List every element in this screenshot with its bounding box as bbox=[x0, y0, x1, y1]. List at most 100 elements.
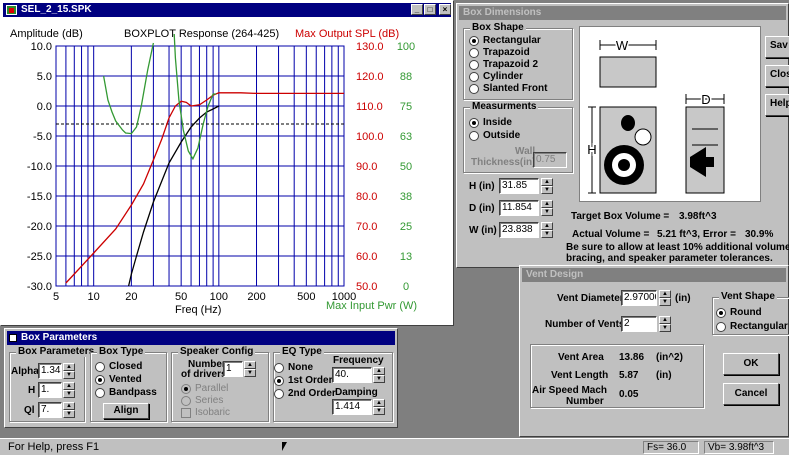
x-tick-label: 200 bbox=[247, 291, 265, 303]
vent-diameter-unit: (in) bbox=[675, 293, 691, 304]
measure-inside-radio[interactable]: Inside bbox=[469, 117, 512, 128]
series-line bbox=[173, 33, 217, 161]
pwr-tick-label: 75 bbox=[400, 101, 412, 113]
close-button[interactable]: × bbox=[439, 4, 451, 15]
cancel-button[interactable]: Cancel bbox=[723, 383, 779, 405]
vent-area-unit: (in^2) bbox=[656, 352, 683, 363]
d-label: D (in) bbox=[469, 203, 495, 214]
h-param-input[interactable]: 1. bbox=[38, 382, 62, 398]
h-label: H (in) bbox=[469, 181, 495, 192]
x-tick-label: 10 bbox=[88, 291, 100, 303]
vent-count-spinner[interactable]: ▲ ▼ bbox=[659, 316, 671, 332]
parallel-radio[interactable]: Parallel bbox=[181, 383, 228, 394]
shape-cylinder-radio[interactable]: Cylinder bbox=[469, 71, 523, 82]
closed-radio[interactable]: Closed bbox=[95, 361, 142, 372]
damping-input[interactable]: 1.414 bbox=[332, 399, 372, 415]
eq-type-label: EQ Type bbox=[280, 346, 324, 357]
shape-trapazoid2-radio[interactable]: Trapazoid 2 bbox=[469, 59, 538, 70]
shape-rectangular-radio[interactable]: Rectangular bbox=[469, 35, 541, 46]
y-tick-label: 0.0 bbox=[37, 101, 52, 113]
damping-spinner[interactable]: ▲ ▼ bbox=[373, 399, 385, 415]
shape-slanted-front-radio[interactable]: Slanted Front bbox=[469, 83, 547, 94]
eq-1st-order-radio[interactable]: 1st Order bbox=[274, 375, 332, 386]
box-dimensions-titlebar[interactable]: Box Dimensions bbox=[459, 6, 786, 20]
vent-design-titlebar[interactable]: Vent Design bbox=[522, 268, 786, 282]
diagram-h: H bbox=[587, 142, 596, 157]
ql-spinner[interactable]: ▲ ▼ bbox=[63, 402, 75, 418]
radio-dot bbox=[469, 83, 479, 94]
frequency-spinner[interactable]: ▲ ▼ bbox=[373, 367, 385, 383]
vent-round-radio[interactable]: Round bbox=[716, 307, 762, 318]
minimize-button[interactable]: _ bbox=[411, 4, 423, 15]
vent-count-label: Number of Vents bbox=[545, 319, 625, 330]
align-button[interactable]: Align bbox=[103, 403, 149, 419]
box-diagram-svg: W H D bbox=[585, 37, 725, 194]
x-tick-label: 500 bbox=[297, 291, 315, 303]
mouse-cursor-icon bbox=[282, 442, 287, 451]
series-radio[interactable]: Series bbox=[181, 395, 223, 406]
num-drivers-spinner[interactable]: ▲ ▼ bbox=[244, 361, 256, 377]
radio-dot bbox=[469, 130, 479, 141]
x-tick-label: 50 bbox=[175, 291, 187, 303]
frequency-input[interactable]: 40. bbox=[332, 367, 372, 383]
h-input[interactable]: 31.85 bbox=[499, 178, 539, 194]
vent-diameter-label: Vent Diameter bbox=[557, 293, 624, 304]
y-tick-label: -25.0 bbox=[27, 251, 52, 263]
radio-dot bbox=[469, 47, 479, 58]
h-param-spinner[interactable]: ▲ ▼ bbox=[63, 382, 75, 398]
d-input[interactable]: 11.854 bbox=[499, 200, 539, 216]
measure-outside-radio[interactable]: Outside bbox=[469, 130, 520, 141]
x-tick-label: 20 bbox=[125, 291, 137, 303]
radio-dot bbox=[274, 388, 284, 399]
status-vb: Vb= 3.98ft^3 bbox=[704, 441, 774, 454]
vented-radio[interactable]: Vented bbox=[95, 374, 142, 385]
help-button[interactable]: Help bbox=[765, 94, 789, 116]
eq-2nd-order-radio[interactable]: 2nd Order bbox=[274, 388, 336, 399]
maximize-button[interactable]: □ bbox=[424, 4, 436, 15]
bandpass-radio[interactable]: Bandpass bbox=[95, 387, 157, 398]
spl-tick-label: 90.0 bbox=[356, 161, 377, 173]
alpha-input[interactable]: 1.34 bbox=[38, 363, 62, 379]
pwr-tick-label: 0 bbox=[403, 281, 409, 293]
diagram-w: W bbox=[616, 38, 629, 53]
y-tick-label: -30.0 bbox=[27, 281, 52, 293]
isobaric-checkbox[interactable]: Isobaric bbox=[181, 407, 230, 418]
vent-rectangular-radio[interactable]: Rectangular bbox=[716, 321, 788, 332]
radio-dot bbox=[181, 395, 191, 406]
wall-thickness-input[interactable]: 0.75 bbox=[533, 152, 567, 168]
series-line bbox=[65, 92, 344, 284]
ql-label: Ql bbox=[24, 405, 35, 416]
d-spinner[interactable]: ▲ ▼ bbox=[541, 200, 553, 216]
alpha-spinner[interactable]: ▲ ▼ bbox=[63, 363, 75, 379]
wall-label-2: Thickness(in) bbox=[471, 157, 536, 168]
num-drivers-label-2: of drivers bbox=[181, 369, 227, 380]
y-tick-label: -10.0 bbox=[27, 161, 52, 173]
spl-tick-label: 60.0 bbox=[356, 251, 377, 263]
radio-dot bbox=[716, 321, 726, 332]
vent-diameter-input[interactable]: 2.97000 bbox=[621, 290, 657, 306]
box-parameters-titlebar[interactable]: Box Parameters bbox=[7, 331, 395, 345]
w-input[interactable]: 23.838 bbox=[499, 222, 539, 238]
box-diagram: W H D bbox=[579, 26, 761, 202]
ql-input[interactable]: 7. bbox=[38, 402, 62, 418]
plot-window-titlebar[interactable]: SEL_2_15.SPK bbox=[3, 3, 451, 17]
save-button[interactable]: Sav bbox=[765, 36, 789, 58]
eq-none-radio[interactable]: None bbox=[274, 362, 313, 373]
h-spinner[interactable]: ▲ ▼ bbox=[541, 178, 553, 194]
ok-button[interactable]: OK bbox=[723, 353, 779, 375]
vent-count-input[interactable]: 2 bbox=[621, 316, 657, 332]
y-tick-label: -20.0 bbox=[27, 221, 52, 233]
vent-diameter-spinner[interactable]: ▲ ▼ bbox=[659, 290, 671, 306]
status-bar: For Help, press F1 Fs= 36.0 Vb= 3.98ft^3 bbox=[0, 438, 789, 455]
num-drivers-input[interactable]: 1 bbox=[223, 361, 243, 377]
vent-shape-label: Vent Shape bbox=[719, 291, 777, 302]
w-spinner[interactable]: ▲ ▼ bbox=[541, 222, 553, 238]
box-shape-label: Box Shape bbox=[470, 22, 526, 33]
pwr-tick-label: 88 bbox=[400, 71, 412, 83]
dimensions-close-button[interactable]: Clos bbox=[765, 65, 789, 87]
measurements-label: Measurments bbox=[470, 101, 539, 112]
volume-note-2: bracing, and speaker parameter tolerance… bbox=[566, 253, 773, 264]
vent-length-label: Vent Length bbox=[551, 370, 609, 381]
vent-area-label: Vent Area bbox=[558, 352, 604, 363]
shape-trapazoid-radio[interactable]: Trapazoid bbox=[469, 47, 530, 58]
